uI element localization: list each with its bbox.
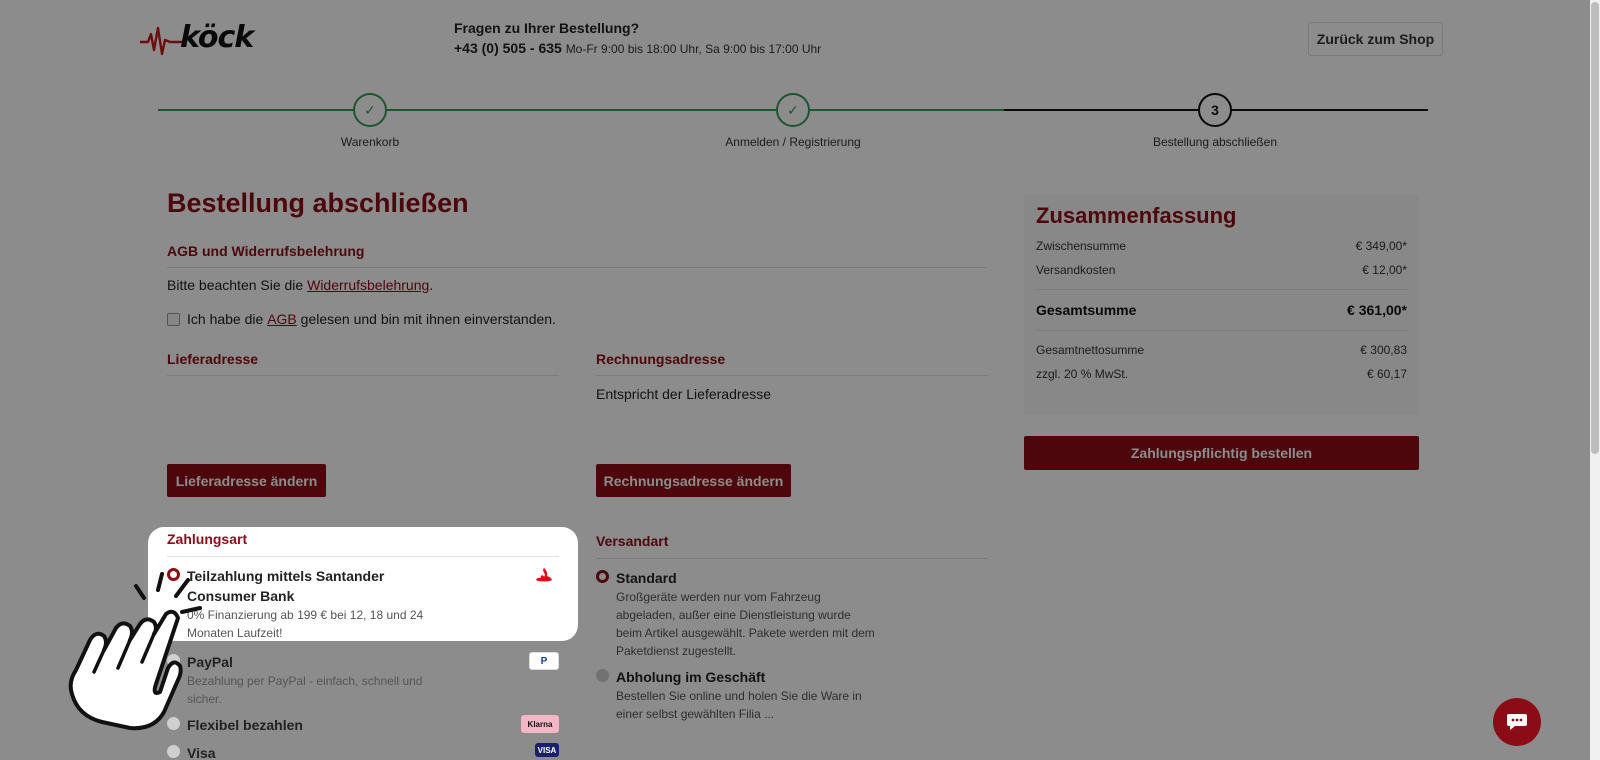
divider <box>167 267 987 268</box>
koeck-logo[interactable]: köck <box>140 20 260 58</box>
agb-consent[interactable]: Ich habe die AGB gelesen und bin mit ihn… <box>167 311 556 327</box>
zahlungsart-heading: Zahlungsart <box>167 531 248 547</box>
divider <box>1036 330 1407 331</box>
agb-link[interactable]: AGB <box>267 311 297 327</box>
summary-row: zzgl. 20 % MwSt. € 60,17 <box>1036 367 1407 381</box>
divider <box>596 558 988 559</box>
row-label: zzgl. 20 % MwSt. <box>1036 367 1129 381</box>
visa-logo-icon: VISA <box>535 743 559 757</box>
payment-title: Flexibel bezahlen <box>187 717 303 733</box>
row-value: € 60,17 <box>1366 367 1407 381</box>
shipping-desc: Großgeräte werden nur vom Fahrzeug abgel… <box>616 590 875 658</box>
paypal-logo-icon: P <box>529 652 559 670</box>
summary-row: Versandkosten € 12,00* <box>1036 263 1407 277</box>
checkout-stepper: ✓ Warenkorb ✓ Anmelden / Registrierung 3… <box>158 93 1428 153</box>
order-summary: Zusammenfassung Zwischensumme € 349,00* … <box>1024 195 1419 415</box>
back-to-shop-button[interactable]: Zurück zum Shop <box>1308 22 1443 56</box>
klarna-logo-icon: Klarna <box>521 715 559 733</box>
lieferadresse-section: Lieferadresse <box>167 351 559 376</box>
notice-suffix: . <box>429 277 434 293</box>
shipping-option-standard[interactable]: Standard Großgeräte werden nur vom Fahrz… <box>596 568 876 660</box>
chat-button[interactable] <box>1493 698 1541 746</box>
checkout-page: köck Fragen zu Ihrer Bestellung? +43 (0)… <box>0 0 1600 760</box>
consent-prefix: Ich habe die <box>187 311 264 327</box>
payment-title: PayPal <box>187 654 233 670</box>
summary-row: Gesamtnettosumme € 300,83 <box>1036 343 1407 357</box>
help-phone-number[interactable]: +43 (0) 505 - 635 <box>454 40 562 56</box>
summary-title: Zusammenfassung <box>1036 203 1237 228</box>
step-label: Bestellung abschließen <box>1152 135 1278 149</box>
shipping-desc: Bestellen Sie online und holen Sie die W… <box>616 689 862 721</box>
row-value: € 12,00* <box>1362 263 1407 277</box>
lieferadresse-heading: Lieferadresse <box>167 351 259 367</box>
total-label: Gesamtsumme <box>1036 302 1137 318</box>
payment-option-paypal[interactable]: PayPal Bezahlung per PayPal - einfach, s… <box>167 652 559 708</box>
row-label: Gesamtnettosumme <box>1036 343 1145 357</box>
shipping-title: Abholung im Geschäft <box>616 669 766 685</box>
heartbeat-logo-icon <box>140 26 184 56</box>
zahlungsart-section: Zahlungsart <box>167 531 559 557</box>
rechnungsadresse-text: Entspricht der Lieferadresse <box>596 386 772 402</box>
chat-bubble-icon <box>1507 714 1527 730</box>
help-contact: +43 (0) 505 - 635 Mo-Fr 9:00 bis 18:00 U… <box>454 40 821 56</box>
total-value: € 361,00* <box>1347 302 1407 318</box>
row-label: Versandkosten <box>1036 263 1116 277</box>
step-warenkorb[interactable]: ✓ Warenkorb <box>270 93 470 149</box>
summary-row: Zwischensumme € 349,00* <box>1036 239 1407 253</box>
payment-desc: Bezahlung per PayPal - einfach, schnell … <box>187 674 423 706</box>
radio-unselected[interactable] <box>596 669 609 682</box>
radio-selected[interactable] <box>596 570 609 583</box>
radio-unselected[interactable] <box>167 745 180 758</box>
step-label: Warenkorb <box>340 135 400 149</box>
order-help: Fragen zu Ihrer Bestellung? +43 (0) 505 … <box>454 20 821 56</box>
page-scrollbar[interactable] <box>1590 0 1600 760</box>
divider <box>167 556 559 557</box>
step-anmelden[interactable]: ✓ Anmelden / Registrierung <box>693 93 893 149</box>
scrollbar-thumb[interactable] <box>1591 2 1599 454</box>
step-label: Anmelden / Registrierung <box>725 135 861 149</box>
divider <box>167 375 559 376</box>
step-bestellung: 3 Bestellung abschließen <box>1115 93 1315 149</box>
page-title: Bestellung abschließen <box>167 188 469 218</box>
check-icon: ✓ <box>353 93 387 127</box>
widerruf-notice: Bitte beachten Sie die Widerrufsbelehrun… <box>167 277 433 293</box>
agb-checkbox[interactable] <box>167 312 180 326</box>
rechnungsadresse-heading: Rechnungsadresse <box>596 351 726 367</box>
versandart-section: Versandart <box>596 533 988 559</box>
row-value: € 300,83 <box>1360 343 1407 357</box>
payment-title: Teilzahlung mittels Santander Consumer B… <box>187 568 385 604</box>
help-question: Fragen zu Ihrer Bestellung? <box>454 20 640 36</box>
place-order-button[interactable]: Zahlungspflichtig bestellen <box>1024 436 1419 470</box>
logo-text: köck <box>180 20 254 55</box>
row-label: Zwischensumme <box>1036 239 1127 253</box>
divider <box>596 375 988 376</box>
tap-hand-icon <box>68 572 202 731</box>
payment-desc: 0% Finanzierung ab 199 € bei 12, 18 und … <box>187 608 424 640</box>
consent-suffix: gelesen und bin mit ihnen einverstanden. <box>300 311 556 327</box>
agb-section: AGB und Widerrufsbelehrung <box>167 243 987 268</box>
payment-title: Visa <box>187 745 216 760</box>
agb-heading: AGB und Widerrufsbelehrung <box>167 243 365 259</box>
shipping-title: Standard <box>616 570 677 586</box>
santander-flame-icon <box>529 566 559 584</box>
divider <box>1036 289 1407 290</box>
change-rechnungsadresse-button[interactable]: Rechnungsadresse ändern <box>596 464 791 497</box>
rechnungsadresse-section: Rechnungsadresse <box>596 351 988 376</box>
versandart-heading: Versandart <box>596 533 669 549</box>
shipping-option-abholung[interactable]: Abholung im Geschäft Bestellen Sie onlin… <box>596 667 876 723</box>
payment-option-santander[interactable]: Teilzahlung mittels Santander Consumer B… <box>167 566 559 642</box>
change-lieferadresse-button[interactable]: Lieferadresse ändern <box>167 464 326 497</box>
row-value: € 349,00* <box>1355 239 1407 253</box>
notice-prefix: Bitte beachten Sie die <box>167 277 304 293</box>
payment-option-visa[interactable]: Visa VISA <box>167 743 559 760</box>
step-number: 3 <box>1198 93 1232 127</box>
check-icon: ✓ <box>776 93 810 127</box>
widerruf-link[interactable]: Widerrufsbelehrung <box>307 277 429 293</box>
help-hours: Mo-Fr 9:00 bis 18:00 Uhr, Sa 9:00 bis 17… <box>565 42 822 56</box>
summary-total: Gesamtsumme € 361,00* <box>1036 302 1407 318</box>
payment-option-klarna[interactable]: Flexibel bezahlen Klarna <box>167 715 559 735</box>
